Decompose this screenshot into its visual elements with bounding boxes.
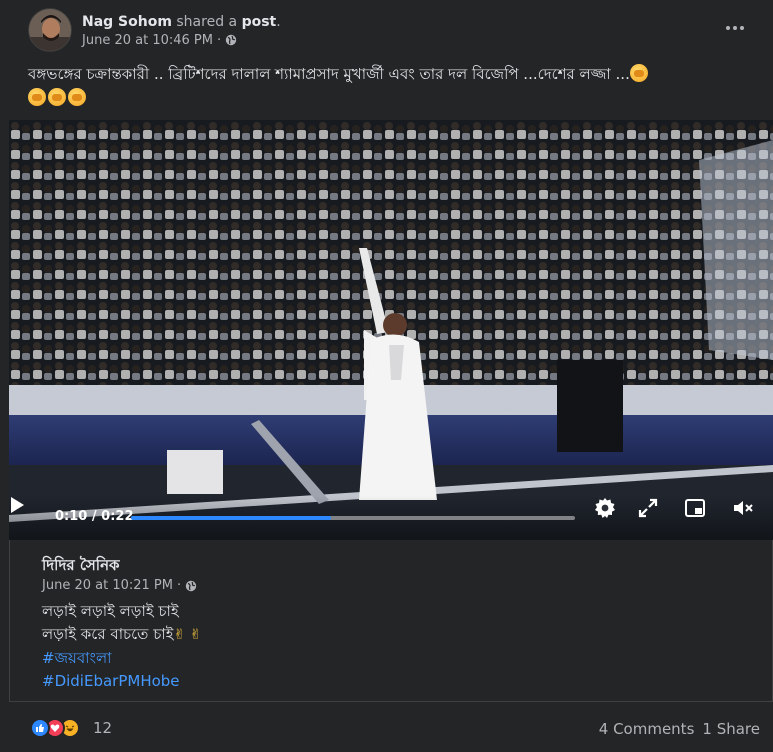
- fist-emoji-icon: [28, 88, 46, 106]
- post-footer: 12 4 Comments 1 Share: [30, 716, 760, 744]
- post-stats: 4 Comments 1 Share: [599, 720, 760, 738]
- settings-gear-icon[interactable]: [593, 496, 617, 520]
- video-progress-bar[interactable]: [131, 516, 575, 520]
- author-name[interactable]: Nag Sohom: [82, 14, 172, 30]
- shares-count[interactable]: 1 Share: [702, 720, 760, 738]
- shared-timestamp-separator: ·: [176, 578, 182, 593]
- shared-timestamp[interactable]: June 20 at 10:21 PM: [42, 578, 173, 593]
- duration: 0:22: [101, 509, 134, 524]
- author-line: Nag Sohom shared a post.: [82, 13, 281, 31]
- timestamp-separator: ·: [216, 32, 222, 48]
- post-text: বঙ্গভঙ্গের চক্রান্তকারী .. ব্রিটিশদের দা…: [28, 62, 758, 110]
- shared-line-1: লড়াই লড়াই লড়াই চাই: [42, 602, 179, 620]
- fist-emoji-icon: [629, 64, 648, 82]
- shared-body: লড়াই লড়াই লড়াই চাই লড়াই করে বাচতে চা…: [42, 600, 201, 693]
- play-icon[interactable]: [9, 496, 25, 514]
- mini-player-icon[interactable]: [683, 496, 707, 520]
- author-meta: Nag Sohom shared a post. June 20 at 10:4…: [82, 13, 281, 48]
- video-progress-fill: [131, 516, 331, 520]
- post-timestamp[interactable]: June 20 at 10:46 PM: [82, 33, 213, 48]
- reactions-summary[interactable]: 12: [30, 718, 112, 738]
- shared-action-text: shared a: [176, 13, 238, 30]
- author-avatar[interactable]: [28, 8, 72, 52]
- volume-muted-icon[interactable]: [731, 496, 755, 520]
- hashtag-link[interactable]: #DidiEbarPMHobe: [42, 670, 201, 693]
- more-options-icon[interactable]: [723, 18, 747, 38]
- post-body-text: বঙ্গভঙ্গের চক্রান্তকারী .. ব্রিটিশদের দা…: [28, 65, 630, 83]
- video-time: 0:10 / 0:22: [55, 509, 134, 524]
- shared-line-2-wrap: লড়াই করে বাচতে চাই✌ ✌: [42, 623, 201, 647]
- post-card: Nag Sohom shared a post. June 20 at 10:4…: [0, 0, 773, 752]
- globe-icon[interactable]: [225, 34, 237, 46]
- hashtag-link[interactable]: #জয়বাংলা: [42, 647, 201, 670]
- post-time-line: June 20 at 10:46 PM ·: [82, 33, 281, 48]
- shared-page-name[interactable]: দিদির সৈনিক: [42, 554, 120, 579]
- video-frame: [9, 120, 773, 540]
- like-reaction-icon: [30, 718, 50, 738]
- shared-line-2: লড়াই করে বাচতে চাই: [42, 625, 174, 643]
- comments-count[interactable]: 4 Comments: [599, 720, 695, 738]
- reaction-count[interactable]: 12: [93, 719, 112, 737]
- globe-icon[interactable]: [185, 580, 197, 592]
- victory-hand-icon: ✌ ✌: [173, 627, 202, 643]
- sentence-period: .: [276, 13, 281, 30]
- shared-time-line: June 20 at 10:21 PM ·: [42, 578, 197, 593]
- video-controls: 0:10 / 0:22: [9, 496, 773, 540]
- fist-emoji-icon: [68, 88, 86, 106]
- fist-emoji-icon: [48, 88, 66, 106]
- shared-post-link[interactable]: post: [242, 14, 277, 30]
- post-header: Nag Sohom shared a post. June 20 at 10:4…: [28, 6, 281, 54]
- current-time: 0:10: [55, 509, 88, 524]
- shared-post[interactable]: দিদির সৈনিক June 20 at 10:21 PM · লড়াই …: [9, 540, 773, 702]
- time-separator: /: [87, 509, 102, 524]
- video-player[interactable]: 0:10 / 0:22: [9, 120, 773, 540]
- fullscreen-icon[interactable]: [636, 496, 660, 520]
